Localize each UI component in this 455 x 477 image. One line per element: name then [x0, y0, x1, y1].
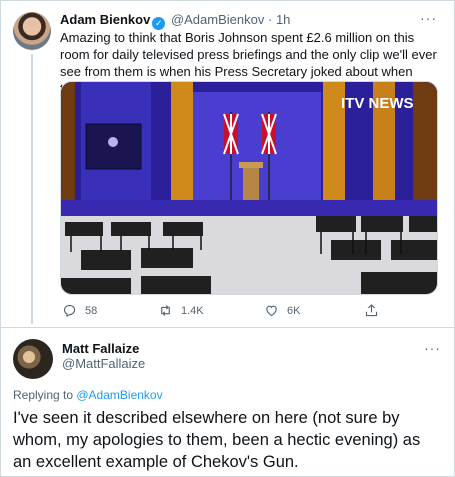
retweet-count: 1.4K [181, 304, 204, 317]
tweet-timestamp[interactable]: 1h [276, 12, 290, 27]
author-handle[interactable]: @AdamBienkov [171, 12, 264, 27]
dot-separator: · [267, 12, 273, 27]
replying-to-link[interactable]: @AdamBienkov [76, 388, 162, 402]
author-handle[interactable]: @MattFallaize [62, 356, 145, 371]
tweet-actions: 58 1.4K 6K [60, 303, 390, 321]
retweet-icon [161, 305, 170, 316]
share-icon [365, 304, 378, 317]
replying-to-line: Replying to @AdamBienkov [13, 388, 163, 402]
author-name[interactable]: Adam Bienkov [60, 12, 150, 27]
avatar[interactable] [13, 12, 51, 50]
media-watermark: ITV NEWS [341, 95, 414, 112]
like-button[interactable]: 6K [264, 303, 300, 318]
press-room-photo: ITV NEWS [61, 82, 437, 294]
tweet-divider [0, 327, 455, 328]
tweet-media-image[interactable]: ITV NEWS [60, 81, 438, 295]
more-icon[interactable]: ··· [420, 10, 437, 26]
like-count: 6K [287, 304, 301, 317]
tweet-header: Adam Bienkov ✓ @AdamBienkov · 1h [60, 12, 290, 30]
author-name[interactable]: Matt Fallaize [62, 341, 139, 356]
reply-count: 58 [85, 304, 98, 317]
replying-to-prefix: Replying to [13, 388, 77, 402]
heart-icon [266, 305, 277, 317]
tweet-text: I've seen it described elsewhere on here… [13, 409, 421, 471]
retweet-button[interactable]: 1.4K [158, 303, 204, 318]
reply-button[interactable]: 58 [62, 303, 97, 318]
more-icon[interactable]: ··· [424, 340, 441, 356]
thread-line [31, 54, 33, 324]
share-button[interactable] [364, 303, 379, 318]
avatar[interactable] [13, 339, 53, 379]
reply-icon [63, 304, 76, 318]
